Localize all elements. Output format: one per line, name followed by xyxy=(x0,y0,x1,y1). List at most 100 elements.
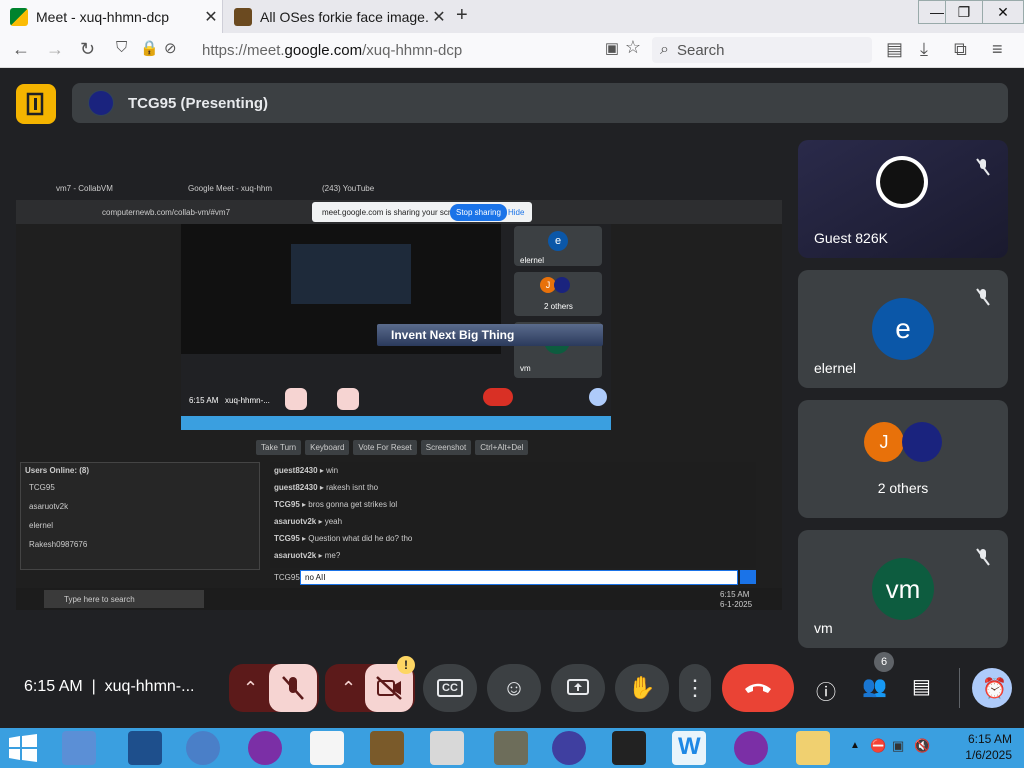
present-screen-icon xyxy=(567,679,589,695)
participant-name: elernel xyxy=(814,360,857,376)
people-count-badge: 6 xyxy=(874,652,894,672)
back-icon[interactable]: ← xyxy=(12,39,30,60)
hide-button[interactable]: Hide xyxy=(508,208,524,217)
chat-icon[interactable]: ▤ xyxy=(912,674,931,699)
people-icon[interactable]: 👥 xyxy=(862,674,887,699)
tray-expand-icon[interactable]: ▲ xyxy=(850,740,860,751)
chat-username: TCG95 xyxy=(274,573,300,582)
volume-icon[interactable]: 🔇 xyxy=(914,738,930,754)
nested-tile-others: J 2 others xyxy=(514,272,602,316)
emoji-button[interactable]: ☺ xyxy=(487,664,541,712)
screen-share-icon[interactable]: ▣ xyxy=(605,39,619,57)
inner-tab-bar: vm7 - CollabVM Google Meet - xuq-hhm (24… xyxy=(16,178,782,200)
avatar xyxy=(902,422,942,462)
permissions-icon[interactable]: ⊘ xyxy=(164,39,177,57)
forward-icon[interactable]: → xyxy=(46,39,64,60)
send-icon[interactable] xyxy=(740,570,756,584)
participant-tile-vm[interactable]: vm vm xyxy=(798,530,1008,648)
presenter-label: TCG95 (Presenting) xyxy=(128,94,269,112)
sync-icon[interactable] xyxy=(186,731,220,765)
extensions-icon[interactable]: ⧉ xyxy=(954,39,967,60)
user-item[interactable]: asaruotv2k xyxy=(21,497,259,516)
take-turn-button[interactable]: Take Turn xyxy=(256,440,302,455)
leave-call-button[interactable] xyxy=(722,664,794,712)
avatar: e xyxy=(872,298,934,360)
chat-input[interactable]: no AII xyxy=(300,570,738,585)
downloads-icon[interactable]: ⤓ xyxy=(920,39,928,60)
folder-icon[interactable] xyxy=(796,731,830,765)
menu-icon[interactable]: ≡ xyxy=(992,39,1003,60)
user-item[interactable]: TCG95 xyxy=(21,478,259,497)
camera-options-chevron-icon[interactable]: ⌃ xyxy=(341,678,356,699)
ctrl-alt-del-button[interactable]: Ctrl+Alt+Del xyxy=(475,440,529,455)
users-header: Users Online: (8) xyxy=(25,466,90,475)
exit-door-icon[interactable] xyxy=(16,84,56,124)
search-box[interactable]: ⌕ Search xyxy=(652,37,872,63)
chat-log: guest82430 ▸ win guest82430 ▸ rakesh isn… xyxy=(270,462,756,568)
inner-search-placeholder: Type here to search xyxy=(64,595,135,604)
participant-name: vm xyxy=(814,620,833,636)
participant-tile-elernel[interactable]: e elernel xyxy=(798,270,1008,388)
captions-button[interactable]: CC xyxy=(423,664,477,712)
chat-user: asaruotv2k xyxy=(274,517,317,526)
bookmark-star-icon[interactable]: ☆ xyxy=(625,37,641,58)
user-item[interactable]: Rakesh0987676 xyxy=(21,535,259,554)
nested-meet: e elernel J 2 others vm vm Invent Next B… xyxy=(181,224,611,430)
explorer-icon[interactable] xyxy=(62,731,96,765)
network-icon[interactable]: ⛔ xyxy=(870,738,886,754)
yahoo-messenger-2-icon[interactable] xyxy=(734,731,768,765)
lock-icon[interactable]: 🔒 xyxy=(140,39,159,57)
inner-search-box[interactable]: Type here to search xyxy=(44,590,204,608)
close-window-icon[interactable]: ✕ xyxy=(982,0,1024,24)
sharing-message: meet.google.com is sharing your screen. xyxy=(322,208,467,217)
raise-hand-button[interactable]: ✋ xyxy=(615,664,669,712)
display-icon[interactable]: ▣ xyxy=(892,738,904,754)
tab-meet[interactable]: Meet - xuq-hhmn-dcp ✕ xyxy=(0,0,223,33)
screenshot-button[interactable]: Screenshot xyxy=(420,440,472,455)
maximize-icon[interactable]: ❐ xyxy=(945,0,983,24)
shield-icon[interactable]: ⛉ xyxy=(116,39,127,56)
present-button[interactable] xyxy=(551,664,605,712)
virus-icon[interactable] xyxy=(552,731,586,765)
address-bar[interactable]: ⛉ 🔒 ⊘ https://meet.google.com/xuq-hhmn-d… xyxy=(110,37,645,63)
chat-message: bros gonna get strikes lol xyxy=(308,500,398,509)
inner-windows-taskbar: Type here to search 6:15 AM 6-1-2025 xyxy=(16,588,782,610)
close-tab-icon[interactable]: ✕ xyxy=(428,7,450,27)
close-tab-icon[interactable]: ✕ xyxy=(200,7,222,27)
avatar: J xyxy=(864,422,904,462)
mic-off-button[interactable] xyxy=(269,664,317,712)
powershell-icon[interactable] xyxy=(128,731,162,765)
reload-icon[interactable]: ↻ xyxy=(80,39,95,60)
clipboard-icon[interactable] xyxy=(430,731,464,765)
yahoo-messenger-icon[interactable] xyxy=(248,731,282,765)
mic-control: ⌃ xyxy=(229,664,319,712)
keyboard-button[interactable]: Keyboard xyxy=(305,440,350,455)
search-placeholder: Search xyxy=(676,41,725,59)
participant-tile-guest[interactable]: Guest 826K xyxy=(798,140,1008,258)
new-tab-icon[interactable]: + xyxy=(456,4,468,27)
gimp-icon[interactable] xyxy=(494,731,528,765)
chat-user: asaruotv2k xyxy=(274,551,317,560)
windows-start-icon[interactable] xyxy=(8,734,38,762)
participant-tile-others[interactable]: J 2 others xyxy=(798,400,1008,518)
vote-reset-button[interactable]: Vote For Reset xyxy=(353,440,417,455)
tab-image[interactable]: All OSes forkie face image.jpg ✕ xyxy=(224,0,450,33)
w-app-icon[interactable]: W xyxy=(672,731,706,765)
document-icon[interactable] xyxy=(310,731,344,765)
captions-icon: CC xyxy=(437,679,463,697)
meeting-controls: 6:15 AM | xuq-hhmn-... ⌃ ⌃ ! CC ☺ ✋ ⋮ ⓘ … xyxy=(0,648,1024,728)
activities-button[interactable]: ⏰ xyxy=(972,668,1012,708)
meeting-time-code: 6:15 AM | xuq-hhmn-... xyxy=(24,678,195,695)
info-icon[interactable]: ⓘ xyxy=(816,676,836,705)
stop-sharing-button[interactable]: Stop sharing xyxy=(450,204,507,221)
end-call-icon xyxy=(745,683,771,693)
minecraft-icon[interactable] xyxy=(370,731,404,765)
inner-tab: (243) YouTube xyxy=(322,184,375,193)
sharing-notice: meet.google.com is sharing your screen. … xyxy=(312,202,532,222)
more-options-button[interactable]: ⋮ xyxy=(679,664,711,712)
mic-options-chevron-icon[interactable]: ⌃ xyxy=(243,678,258,699)
reader-view-icon[interactable]: ▤ xyxy=(886,39,903,60)
user-item[interactable]: elernel xyxy=(21,516,259,535)
calculator-icon[interactable] xyxy=(612,731,646,765)
meeting-code: xuq-hhmn-... xyxy=(104,678,195,695)
